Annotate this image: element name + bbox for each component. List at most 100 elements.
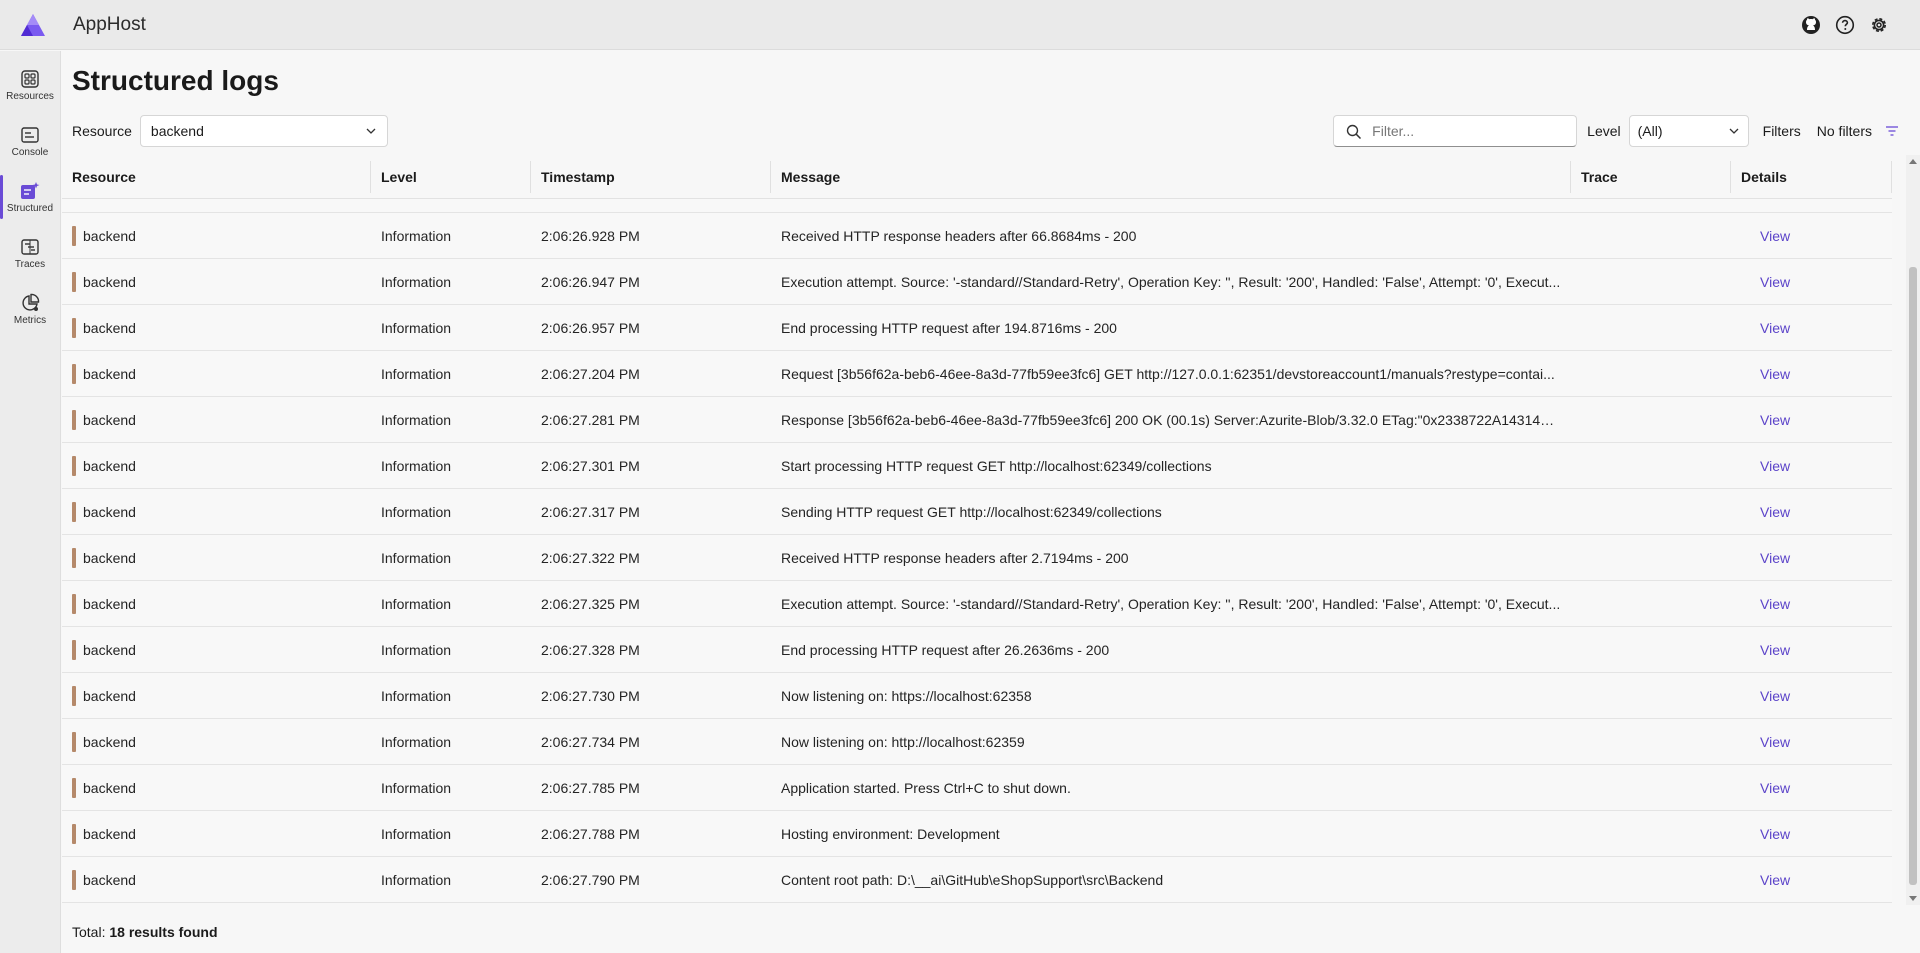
column-header-message[interactable]: Message [771,155,1571,199]
level-cell: Information [381,319,452,336]
filter-search-box[interactable] [1333,115,1578,147]
table-row[interactable]: backend Information 2:06:27.734 PM Now l… [62,719,1892,765]
table-row[interactable]: backend Information 2:06:26.957 PM End p… [62,305,1892,351]
github-icon[interactable] [1800,14,1822,36]
scroll-down-arrow-icon[interactable] [1909,896,1917,901]
column-header-details[interactable]: Details [1731,155,1892,199]
view-details-link[interactable]: View [1760,228,1790,244]
view-details-link[interactable]: View [1760,780,1790,796]
table-row[interactable]: backend Information 2:06:26.947 PM Execu… [62,259,1892,305]
resource-color-bar [72,363,76,384]
resource-cell: backend [62,489,371,534]
side-nav: Resources Console Structured Traces Metr… [0,51,61,953]
filter-input[interactable] [1372,123,1563,139]
view-details-link[interactable]: View [1760,274,1790,290]
view-details-link[interactable]: View [1760,412,1790,428]
details-cell: View [1731,397,1892,442]
view-details-link[interactable]: View [1760,872,1790,888]
message-cell: Application started. Press Ctrl+C to shu… [781,780,1071,796]
nav-item-console[interactable]: Console [0,113,60,169]
view-details-link[interactable]: View [1760,458,1790,474]
table-row[interactable]: backend Information 2:06:26.928 PM Recei… [62,213,1892,259]
resource-name: backend [83,779,136,796]
resource-color-bar [72,731,76,752]
resource-name: backend [83,549,136,566]
message-cell: Execution attempt. Source: '-standard//S… [781,596,1561,612]
resource-name: backend [83,365,136,382]
resource-name: backend [83,457,136,474]
level-cell: Information [381,227,452,244]
nav-item-resources[interactable]: Resources [0,57,60,113]
trace-cell [1571,581,1731,626]
resource-cell: backend [62,535,371,580]
trace-cell [1571,765,1731,810]
column-header-resource[interactable]: Resource [62,155,371,199]
level-label: Level [1587,123,1621,139]
message-cell: Content root path: D:\__ai\GitHub\eShopS… [781,872,1164,888]
resource-color-bar [72,547,76,568]
view-details-link[interactable]: View [1760,734,1790,750]
header-actions [1800,14,1890,36]
main-content: Structured logs Resource backend Level (… [62,51,1920,953]
message-cell: Received HTTP response headers after 2.7… [781,550,1129,566]
traces-icon [21,238,39,255]
trace-cell [1571,627,1731,672]
view-details-link[interactable]: View [1760,366,1790,382]
level-select[interactable]: (All) [1628,115,1749,147]
nav-item-traces[interactable]: Traces [0,225,60,281]
table-row-partial [62,199,1892,213]
table-row[interactable]: backend Information 2:06:27.328 PM End p… [62,627,1892,673]
grid-scrollbar[interactable] [1906,155,1920,905]
level-cell: Information [381,365,452,382]
trace-cell [1571,397,1731,442]
message-cell: Hosting environment: Development [781,826,1000,842]
trace-cell [1571,535,1731,580]
view-details-link[interactable]: View [1760,642,1790,658]
message-cell: End processing HTTP request after 194.87… [781,320,1117,336]
table-row[interactable]: backend Information 2:06:27.790 PM Conte… [62,857,1892,903]
no-filters-button[interactable]: No filters [1817,123,1872,139]
nav-item-structured[interactable]: Structured [0,169,60,225]
view-details-link[interactable]: View [1760,826,1790,842]
details-cell: View [1731,581,1892,626]
details-cell: View [1731,213,1892,258]
filter-icon[interactable] [1884,123,1900,139]
nav-item-metrics[interactable]: Metrics [0,281,60,337]
view-details-link[interactable]: View [1760,504,1790,520]
column-header-timestamp[interactable]: Timestamp [531,155,771,199]
resource-color-bar [72,777,76,798]
app-title[interactable]: AppHost [73,14,146,36]
details-cell: View [1731,489,1892,534]
aspire-logo-icon[interactable] [20,13,46,37]
view-details-link[interactable]: View [1760,688,1790,704]
table-row[interactable]: backend Information 2:06:27.785 PM Appli… [62,765,1892,811]
column-header-level[interactable]: Level [371,155,531,199]
table-row[interactable]: backend Information 2:06:27.788 PM Hosti… [62,811,1892,857]
resources-grid-icon [21,69,39,88]
trace-cell [1571,719,1731,764]
trace-cell [1571,351,1731,396]
view-details-link[interactable]: View [1760,320,1790,336]
chevron-down-icon [366,128,376,134]
table-row[interactable]: backend Information 2:06:27.204 PM Reque… [62,351,1892,397]
resource-select[interactable]: backend [139,115,388,147]
view-details-link[interactable]: View [1760,550,1790,566]
message-cell: Now listening on: http://localhost:62359 [781,734,1025,750]
table-row[interactable]: backend Information 2:06:27.301 PM Start… [62,443,1892,489]
column-header-trace[interactable]: Trace [1571,155,1731,199]
scrollbar-thumb[interactable] [1909,267,1917,885]
resource-color-bar [72,409,76,430]
scroll-up-arrow-icon[interactable] [1909,159,1917,164]
level-cell: Information [381,273,452,290]
table-row[interactable]: backend Information 2:06:27.325 PM Execu… [62,581,1892,627]
details-cell: View [1731,351,1892,396]
table-row[interactable]: backend Information 2:06:27.281 PM Respo… [62,397,1892,443]
table-row[interactable]: backend Information 2:06:27.730 PM Now l… [62,673,1892,719]
resource-select-value: backend [150,123,204,139]
settings-icon[interactable] [1868,14,1890,36]
help-icon[interactable] [1834,14,1856,36]
table-row[interactable]: backend Information 2:06:27.317 PM Sendi… [62,489,1892,535]
page-title: Structured logs [72,65,279,96]
view-details-link[interactable]: View [1760,596,1790,612]
table-row[interactable]: backend Information 2:06:27.322 PM Recei… [62,535,1892,581]
